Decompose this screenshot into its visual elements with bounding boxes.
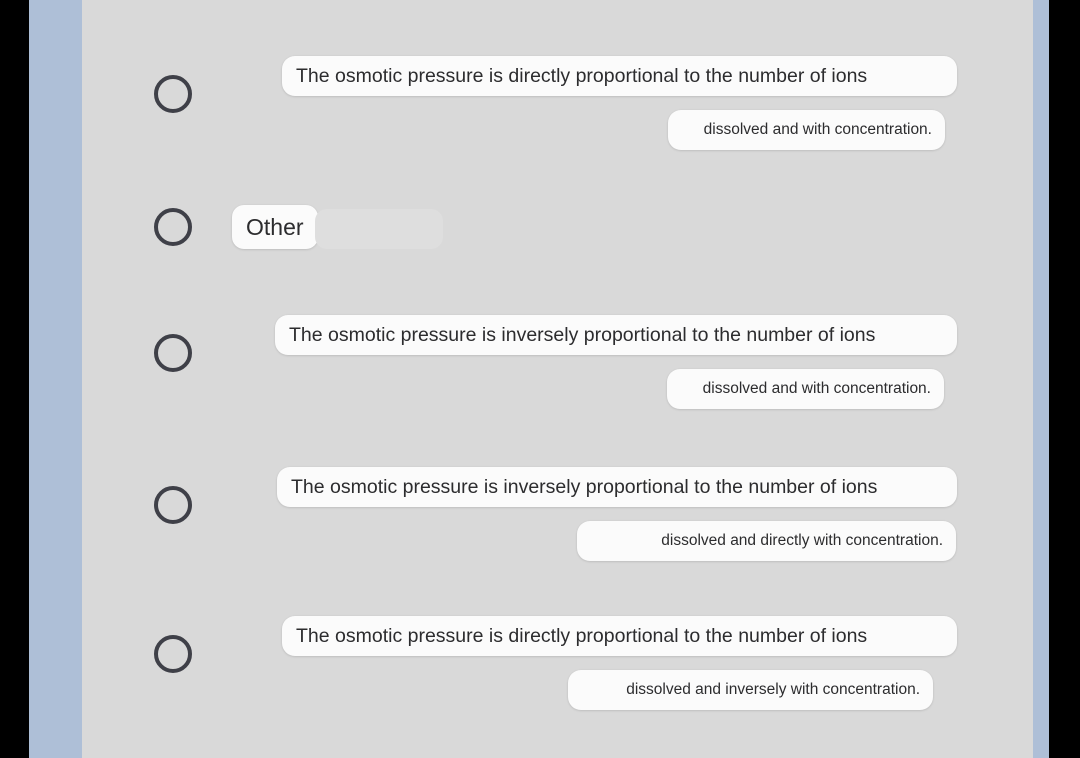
option-row[interactable]: The osmotic pressure is inversely propor… (82, 467, 1033, 579)
other-text-input[interactable] (315, 209, 443, 249)
radio-button-option-2[interactable] (154, 334, 192, 372)
option-3-line-secondary-text: dissolved and directly with concentratio… (661, 532, 943, 549)
option-1-line-secondary-text: dissolved and with concentration. (703, 121, 932, 138)
radio-button-option-3[interactable] (154, 486, 192, 524)
option-2-line-primary: The osmotic pressure is inversely propor… (275, 315, 957, 355)
option-2-line-secondary: dissolved and with concentration. (667, 369, 944, 409)
option-4-line-primary: The osmotic pressure is directly proport… (282, 616, 957, 656)
radio-button-option-1[interactable] (154, 75, 192, 113)
option-3-line-secondary: dissolved and directly with concentratio… (577, 521, 956, 561)
option-row-other[interactable]: Other (82, 205, 1033, 257)
option-3-line-primary: The osmotic pressure is inversely propor… (277, 467, 957, 507)
option-row[interactable]: The osmotic pressure is inversely propor… (82, 315, 1033, 427)
option-row[interactable]: The osmotic pressure is directly proport… (82, 616, 1033, 728)
option-1-line-primary: The osmotic pressure is directly proport… (282, 56, 957, 96)
page-rail-left (29, 0, 82, 758)
option-2-line-primary-text: The osmotic pressure is inversely propor… (289, 323, 876, 346)
radio-button-option-4[interactable] (154, 635, 192, 673)
radio-button-other[interactable] (154, 208, 192, 246)
option-1-line-secondary: dissolved and with concentration. (668, 110, 945, 150)
option-row[interactable]: The osmotic pressure is directly proport… (82, 56, 1033, 168)
question-options-form: The osmotic pressure is directly proport… (82, 0, 1033, 758)
other-option-label-text: Other (246, 213, 304, 240)
option-4-line-secondary: dissolved and inversely with concentrati… (568, 670, 933, 710)
option-4-line-primary-text: The osmotic pressure is directly proport… (296, 624, 868, 647)
other-option-label: Other (232, 205, 318, 249)
option-3-line-primary-text: The osmotic pressure is inversely propor… (291, 475, 878, 498)
page-rail-right (1033, 0, 1049, 758)
option-2-line-secondary-text: dissolved and with concentration. (702, 380, 931, 397)
option-4-line-secondary-text: dissolved and inversely with concentrati… (626, 681, 920, 698)
option-1-line-primary-text: The osmotic pressure is directly proport… (296, 64, 868, 87)
screen: The osmotic pressure is directly proport… (0, 0, 1080, 758)
